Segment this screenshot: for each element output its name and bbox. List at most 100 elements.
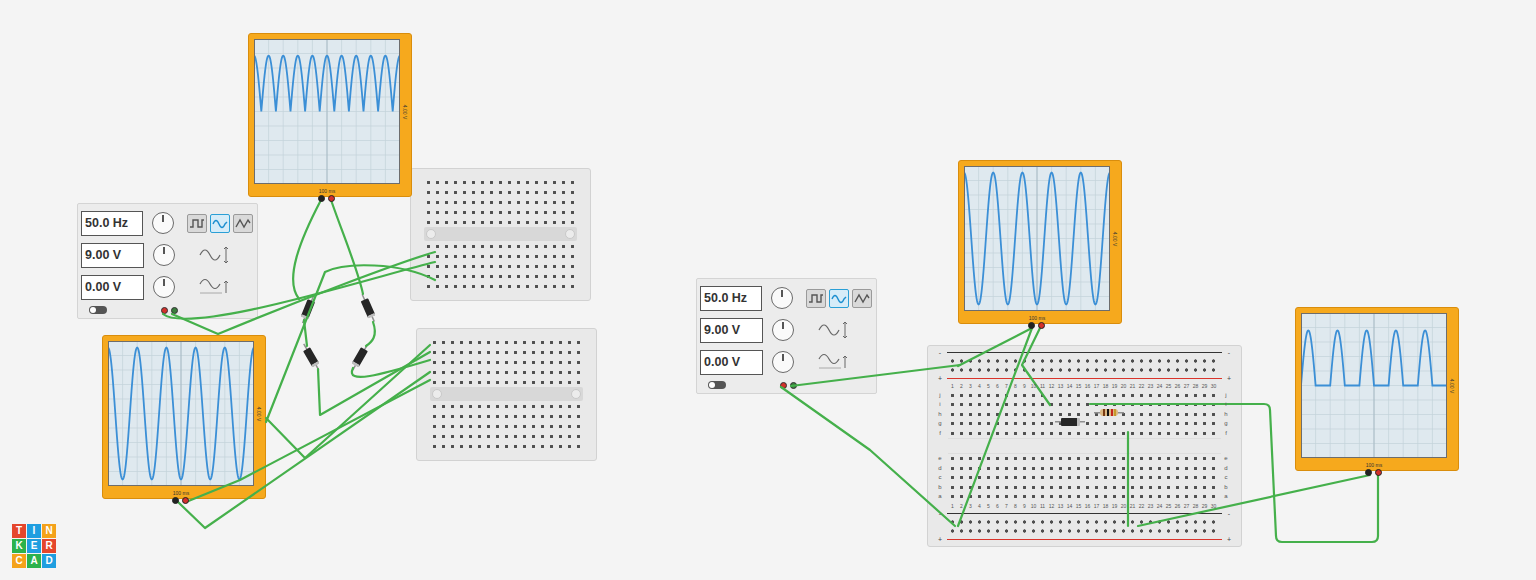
oscilloscope[interactable]: 4.00 V 100 ms — [1295, 307, 1459, 471]
breadboard[interactable] — [416, 328, 597, 461]
negative-terminal[interactable] — [790, 382, 797, 389]
diode[interactable] — [1055, 418, 1085, 426]
volts-per-division: 4.00 V — [1113, 231, 1119, 245]
channel-mark — [571, 389, 581, 399]
wire[interactable] — [163, 262, 435, 319]
channel-mark — [565, 229, 575, 239]
positive-terminal[interactable] — [780, 382, 787, 389]
time-per-division: 100 ms — [108, 490, 254, 497]
power-switch[interactable] — [708, 381, 726, 389]
wire[interactable] — [186, 380, 430, 502]
probe-terminal[interactable] — [182, 497, 189, 504]
channel-mark — [426, 229, 436, 239]
waveform-button[interactable] — [187, 214, 207, 233]
knob[interactable] — [772, 351, 794, 373]
wire[interactable] — [331, 200, 363, 294]
hole-row — [424, 282, 577, 291]
probe-terminal[interactable] — [328, 195, 335, 202]
wire[interactable] — [958, 328, 1032, 366]
diode[interactable] — [300, 342, 322, 372]
diode[interactable] — [299, 294, 318, 325]
volts-per-division: 4.00 V — [1450, 378, 1456, 392]
wire[interactable] — [178, 372, 430, 528]
setting-display[interactable]: 50.0 Hz — [81, 211, 143, 236]
setting-display[interactable]: 9.00 V — [700, 318, 763, 343]
circuit-canvas[interactable]: --++123456789101112131415161718192021222… — [0, 0, 1536, 580]
sine-wave-icon — [211, 215, 229, 231]
square-wave-icon — [807, 290, 825, 306]
waveform-button[interactable] — [806, 289, 826, 308]
negative-terminal[interactable] — [171, 307, 178, 314]
wire[interactable] — [318, 352, 430, 415]
wire[interactable] — [958, 328, 1032, 526]
wire[interactable] — [266, 265, 435, 422]
wire[interactable] — [1090, 404, 1378, 542]
tinkercad-logo[interactable]: TINKERCAD — [12, 524, 56, 568]
terminal-strip: eeddccbbaa — [936, 454, 1233, 502]
wire[interactable] — [293, 200, 321, 299]
wire[interactable] — [1022, 328, 1050, 405]
hole-row — [430, 402, 583, 411]
wire[interactable] — [304, 320, 307, 346]
hole-row — [424, 218, 577, 227]
waveform-button[interactable] — [829, 289, 849, 308]
setting-display[interactable]: 0.00 V — [700, 350, 763, 375]
diode[interactable] — [349, 342, 371, 372]
scope-screen — [1301, 313, 1447, 458]
probe-terminal[interactable] — [1375, 469, 1382, 476]
probe-terminal[interactable] — [1365, 469, 1372, 476]
breadboard[interactable]: --++123456789101112131415161718192021222… — [927, 345, 1242, 547]
hole-row — [424, 272, 577, 281]
diode[interactable] — [358, 293, 378, 324]
probe-terminal[interactable] — [1038, 322, 1045, 329]
breadboard-channel — [424, 227, 577, 241]
logo-letter: T — [12, 524, 26, 538]
oscilloscope[interactable]: 4.00 V100 ms — [958, 160, 1122, 324]
logo-letter: I — [27, 524, 41, 538]
rail-line — [947, 352, 1222, 353]
wire[interactable] — [1127, 432, 1129, 526]
time-per-division: 100 ms — [1301, 462, 1447, 469]
hole-row — [430, 432, 583, 441]
waveform-button[interactable] — [210, 214, 230, 233]
rail-line — [947, 378, 1222, 379]
wire[interactable] — [781, 387, 955, 526]
wire[interactable] — [366, 322, 375, 346]
logo-letter: R — [42, 539, 56, 553]
knob[interactable] — [153, 244, 175, 266]
resistor[interactable] — [1094, 409, 1124, 416]
probe-terminal[interactable] — [1028, 322, 1035, 329]
wire-layer — [0, 0, 1536, 580]
wire[interactable] — [791, 365, 960, 386]
probe-terminal[interactable] — [318, 195, 325, 202]
wire[interactable] — [1138, 475, 1370, 526]
volts-per-division: 4.00 V — [257, 406, 263, 420]
positive-terminal[interactable] — [161, 307, 168, 314]
waveform-button[interactable] — [852, 289, 872, 308]
logo-letter: E — [27, 539, 41, 553]
oscilloscope[interactable]: 4.00 V100 ms — [248, 33, 412, 197]
setting-display[interactable]: 50.0 Hz — [700, 286, 762, 311]
waveform-button[interactable] — [233, 214, 253, 233]
function-generator[interactable]: 50.0 Hz 9.00 V 0.00 V — [696, 278, 877, 394]
oscilloscope[interactable]: 4.00 V 100 ms — [102, 335, 266, 499]
function-generator[interactable]: 50.0 Hz 9.00 V 0.00 V — [77, 203, 258, 319]
hole-row — [430, 378, 583, 387]
setting-display[interactable]: 9.00 V — [81, 243, 144, 268]
amplitude-icon — [817, 319, 851, 341]
knob[interactable] — [152, 212, 174, 234]
setting-display[interactable]: 0.00 V — [81, 275, 144, 300]
breadboard[interactable] — [410, 168, 591, 301]
logo-letter: D — [42, 554, 56, 568]
wire[interactable] — [172, 252, 435, 334]
knob[interactable] — [772, 319, 794, 341]
hole-row — [430, 348, 583, 357]
knob[interactable] — [153, 276, 175, 298]
wire[interactable] — [352, 360, 430, 377]
probe-terminal[interactable] — [172, 497, 179, 504]
knob[interactable] — [771, 287, 793, 309]
power-switch[interactable] — [89, 306, 107, 314]
scope-screen — [108, 341, 254, 486]
wire[interactable] — [266, 345, 430, 458]
logo-letter: C — [12, 554, 26, 568]
